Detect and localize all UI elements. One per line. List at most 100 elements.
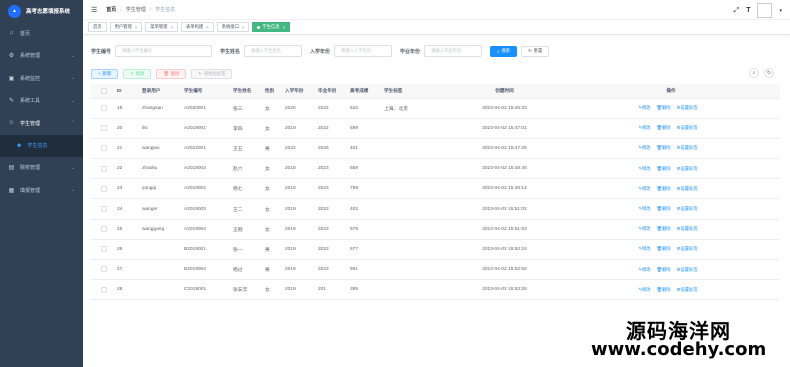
row-delete-button[interactable]: 🗑删除 (657, 166, 674, 171)
student-no-input[interactable]: 请输入学生编号 (115, 45, 213, 57)
table-row[interactable]: 21 wangwu A2022001 王五男 2022 2025 401 2023-04-02… (91, 138, 780, 160)
row-tag-button[interactable]: ⚙设置标签 (677, 287, 701, 292)
sidebar-item-monitor[interactable]: ▣ 系统监控 ⌄ (0, 67, 83, 90)
table-row[interactable]: 25 wanggang A2019004 王刚女 2019 2023 578 2023-04-… (91, 219, 780, 240)
row-delete-button[interactable]: 🗑删除 (657, 105, 674, 110)
student-name-input[interactable]: 请输入学生姓名 (244, 45, 303, 57)
tag-form-build[interactable]: 表单构建 × (181, 22, 214, 32)
row-checkbox-cell[interactable] (91, 259, 117, 281)
checkbox[interactable] (101, 87, 107, 94)
row-delete-button[interactable]: 🗑删除 (657, 206, 674, 211)
sidebar-item-school[interactable]: ▤ 院校管理 ⌄ (0, 157, 83, 180)
row-delete-button[interactable]: 🗑删除 (657, 125, 674, 130)
row-delete-button[interactable]: 🗑删除 (657, 226, 674, 231)
close-icon[interactable]: × (283, 25, 286, 30)
tag-home[interactable]: 首页 (88, 22, 107, 32)
close-icon[interactable]: × (242, 25, 245, 30)
row-checkbox-cell[interactable] (91, 198, 117, 220)
row-tag-button[interactable]: ⚙设置标签 (677, 206, 701, 211)
header-id[interactable]: ID (117, 84, 142, 99)
row-tag-button[interactable]: ⚙设置标签 (677, 246, 701, 251)
header-created[interactable]: 创建时间 (447, 84, 562, 99)
sidebar-item-tools[interactable]: ✎ 系统工具 ⌄ (0, 90, 83, 113)
fullscreen-icon[interactable]: ⤢ (734, 7, 740, 15)
caret-down-icon[interactable]: ▾ (779, 8, 782, 14)
header-student-name[interactable]: 学生姓名 (233, 84, 265, 99)
row-edit-button[interactable]: ✎修改 (638, 246, 653, 251)
close-icon[interactable]: × (206, 25, 209, 30)
row-tag-button[interactable]: ⚙设置标签 (677, 105, 701, 110)
checkbox[interactable] (101, 145, 107, 152)
header-gender[interactable]: 性别 (265, 84, 285, 99)
app-logo[interactable]: ▲ 高考志愿填报系统 (0, 0, 83, 22)
checkbox[interactable] (101, 165, 107, 172)
reset-tag-button[interactable]: ↻ 初始化标签 (191, 68, 233, 79)
checkbox[interactable] (101, 205, 107, 212)
header-student-no[interactable]: 学生编号 (184, 84, 233, 99)
delete-button[interactable]: 🗑 删除 (156, 68, 187, 79)
sidebar-item-system[interactable]: ⚙ 系统管理 ⌄ (0, 45, 83, 68)
breadcrumb-home[interactable]: 首页 (106, 7, 116, 13)
row-checkbox-cell[interactable] (91, 239, 117, 261)
table-row[interactable]: 19 zhangsan A2020001 张三女 2020 2022 510 上海、北京 202… (91, 98, 780, 119)
header-score[interactable]: 高考成绩 (350, 84, 384, 99)
header-login-user[interactable]: 登录用户 (142, 84, 184, 99)
row-checkbox-cell[interactable] (91, 279, 117, 301)
tag-menus[interactable]: 菜单管理 × (145, 22, 178, 32)
tag-users[interactable]: 用户管理 × (109, 22, 143, 32)
row-checkbox-cell[interactable] (91, 118, 117, 139)
add-button[interactable]: + 新增 (91, 68, 119, 79)
checkbox[interactable] (101, 246, 107, 253)
table-row[interactable]: 24 wanger A2019003 王二女 2019 2023 402 2023-04-02… (91, 198, 780, 220)
row-checkbox-cell[interactable] (91, 158, 117, 180)
checkbox[interactable] (101, 104, 107, 111)
avatar[interactable] (757, 3, 773, 18)
row-delete-button[interactable]: 🗑删除 (657, 267, 674, 272)
grad-year-input[interactable]: 请输入毕业年份 (424, 45, 483, 57)
header-grad-year[interactable]: 毕业年份 (318, 84, 350, 99)
row-tag-button[interactable]: ⚙设置标签 (677, 166, 701, 171)
table-row[interactable]: 23 yangqi A2019002 杨七女 2019 2023 799 2023-04-02… (91, 178, 780, 200)
checkbox[interactable] (101, 125, 107, 132)
row-checkbox-cell[interactable] (91, 138, 117, 160)
checkbox[interactable] (101, 226, 107, 233)
row-edit-button[interactable]: ✎修改 (638, 287, 653, 292)
close-icon[interactable]: × (135, 25, 138, 30)
edit-button[interactable]: ✎ 修改 (123, 68, 152, 79)
table-row[interactable]: 27 B2019004 杨过男 2019 2023 591 2023-04-02 15:52… (91, 259, 780, 281)
search-button[interactable]: ⌕ 搜索 (490, 45, 518, 57)
table-row[interactable]: 26 B2019001 张一男 2019 2023 677 2023-04-02 15:52… (91, 239, 780, 261)
row-checkbox-cell[interactable] (91, 178, 117, 200)
checkbox[interactable] (101, 185, 107, 192)
header-entry-year[interactable]: 入学年份 (285, 84, 318, 99)
sidebar-item-home[interactable]: ⌂ 首页 (0, 22, 83, 45)
row-delete-button[interactable]: 🗑删除 (657, 287, 674, 292)
row-tag-button[interactable]: ⚙设置标签 (677, 226, 701, 231)
row-checkbox-cell[interactable] (91, 219, 117, 240)
row-delete-button[interactable]: 🗑删除 (657, 246, 674, 251)
hamburger-icon[interactable]: ☰ (91, 6, 97, 14)
row-edit-button[interactable]: ✎修改 (638, 105, 653, 110)
search-toggle-icon[interactable]: ⌕ (749, 68, 759, 78)
row-tag-button[interactable]: ⚙设置标签 (677, 267, 701, 272)
tag-student-info[interactable]: 学生信息 × (252, 22, 291, 32)
row-delete-button[interactable]: 🗑删除 (657, 145, 674, 150)
row-delete-button[interactable]: 🗑删除 (657, 186, 674, 191)
row-edit-button[interactable]: ✎修改 (638, 226, 653, 231)
reset-button[interactable]: ↻ 重置 (521, 45, 550, 57)
tag-sys-api[interactable]: 系统接口 × (216, 22, 250, 32)
row-edit-button[interactable]: ✎修改 (638, 125, 653, 130)
row-edit-button[interactable]: ✎修改 (638, 186, 653, 191)
table-row[interactable]: 22 zhaoliu A2018003 赵六女 2018 2023 559 2023-04-0… (91, 158, 780, 180)
row-edit-button[interactable]: ✎修改 (638, 166, 653, 171)
font-size-icon[interactable]: T (746, 7, 750, 14)
checkbox[interactable] (101, 266, 107, 273)
row-edit-button[interactable]: ✎修改 (638, 145, 653, 150)
header-tags[interactable]: 学生标签 (384, 84, 447, 99)
table-row[interactable]: 20 lisi A2019001 李四女 2019 2022 699 2023-04-02 1… (91, 118, 780, 139)
row-checkbox-cell[interactable] (91, 98, 117, 119)
row-tag-button[interactable]: ⚙设置标签 (677, 125, 701, 130)
checkbox[interactable] (101, 286, 107, 293)
refresh-icon[interactable]: ↻ (764, 68, 774, 78)
row-tag-button[interactable]: ⚙设置标签 (677, 145, 701, 150)
